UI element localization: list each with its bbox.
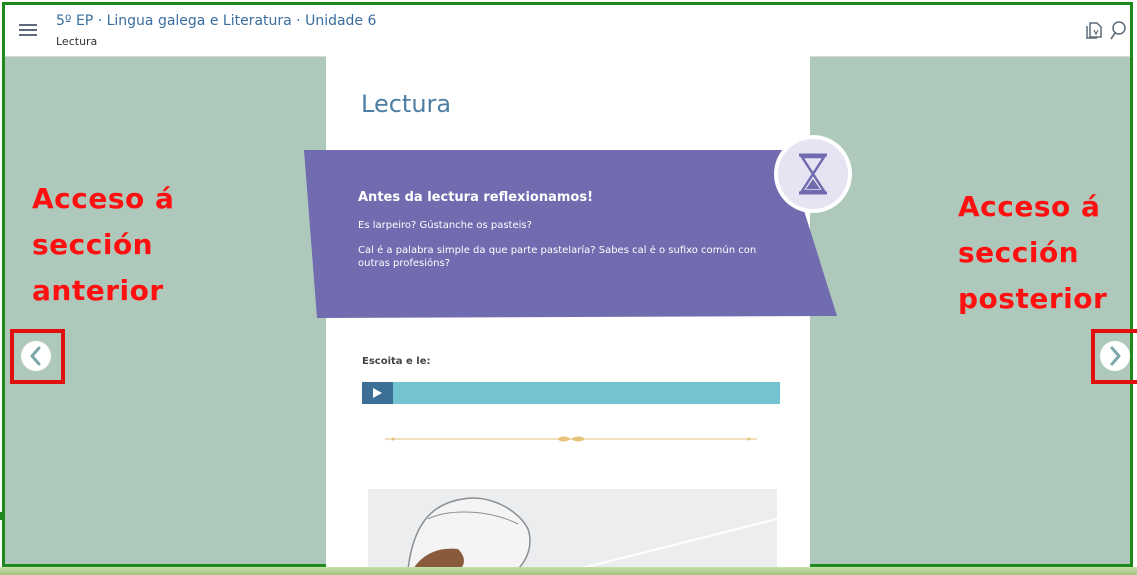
play-icon[interactable] xyxy=(362,382,393,404)
annotation-next-line-1: Acceso á xyxy=(958,190,1101,223)
chevron-left-icon xyxy=(30,346,41,366)
hamburger-menu-icon[interactable] xyxy=(19,21,37,39)
next-section-button[interactable] xyxy=(1100,341,1130,371)
annotation-next-line-2: sección xyxy=(958,236,1080,269)
annotation-previous-line-1: Acceso á xyxy=(32,182,175,215)
top-bar: 5º EP · Lingua galega e Literatura · Uni… xyxy=(5,5,1130,57)
frame-edge-mark xyxy=(0,512,3,520)
annotation-next: Acceso á sección posterior xyxy=(958,184,1107,322)
annotation-previous-line-3: anterior xyxy=(32,274,164,307)
copy-pages-icon[interactable] xyxy=(1083,19,1105,41)
prev-section-button[interactable] xyxy=(21,341,51,371)
unit-title: 5º EP · Lingua galega e Literatura · Uni… xyxy=(56,13,377,29)
bottom-decoration xyxy=(0,567,1137,575)
annotation-previous-line-2: sección xyxy=(32,228,154,261)
annotation-next-line-3: posterior xyxy=(958,282,1108,315)
banner-content: Antes da lectura reflexionamos! Es larpe… xyxy=(358,190,778,282)
annotation-previous: Acceso á sección anterior xyxy=(32,176,174,314)
page-title: Lectura xyxy=(361,90,452,118)
banner-question-1: Es larpeiro? Gústanche os pasteis? xyxy=(358,220,532,231)
audio-player[interactable] xyxy=(362,382,780,404)
ornamental-divider xyxy=(385,436,757,442)
chevron-right-icon xyxy=(1110,346,1121,366)
hourglass-icon xyxy=(774,135,852,213)
banner-heading: Antes da lectura reflexionamos! xyxy=(358,190,593,205)
story-illustration xyxy=(368,489,777,569)
search-icon[interactable] xyxy=(1107,19,1129,41)
listen-label: Escoita e le: xyxy=(362,356,431,367)
section-subtitle: Lectura xyxy=(56,35,98,48)
banner-question-2: Cal é a palabra simple da que parte past… xyxy=(358,245,757,269)
